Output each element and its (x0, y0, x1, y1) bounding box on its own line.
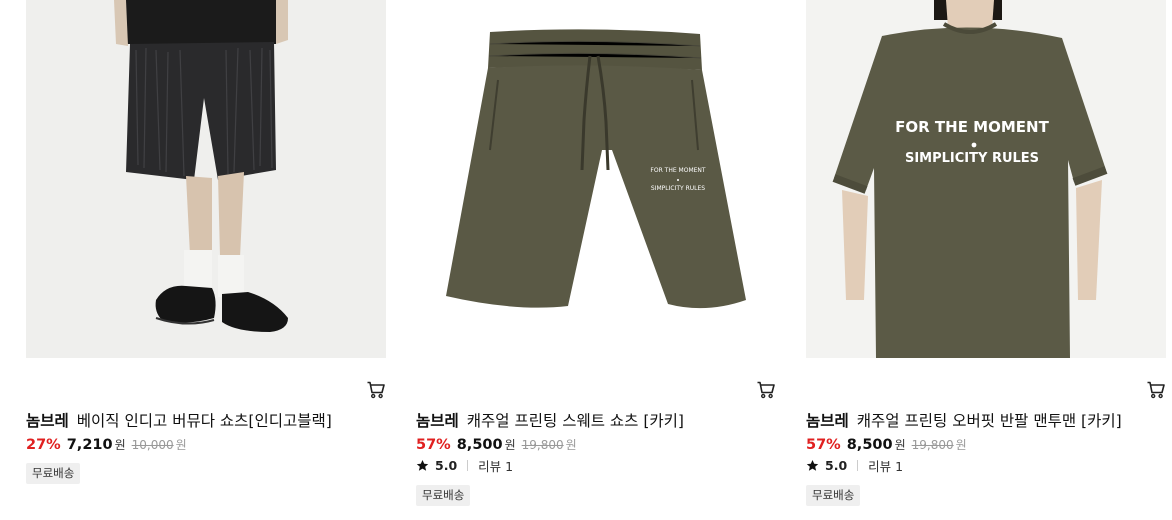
star-icon (806, 459, 825, 472)
sale-price: 7,210 (66, 437, 113, 453)
product-name: 캐주얼 프린팅 스웨트 쇼츠 [카키] (466, 412, 684, 430)
price-unit: 원 (894, 438, 906, 452)
rating-value: 5.0 (825, 457, 848, 473)
discount-rate: 27% (26, 437, 61, 453)
free-shipping-badge: 무료배송 (416, 485, 471, 506)
review-count: 리뷰 1 (868, 458, 904, 474)
free-shipping-badge: 무료배송 (806, 485, 861, 506)
brand-name: 놈브레 (26, 412, 69, 430)
price-row: 27% 7,210 원 10,000 원 (26, 436, 187, 456)
review-row: 5.0 리뷰 1 (806, 456, 903, 474)
product-card[interactable]: FOR THE MOMENT SIMPLICITY RULES 놈브레 캐주얼 프… (806, 0, 1166, 520)
product-card[interactable]: FOR THE MOMENT SIMPLICITY RULES 놈브레 캐주얼 프… (416, 0, 776, 520)
original-price-unit: 원 (175, 438, 187, 452)
price-row: 57% 8,500 원 19,800 원 (416, 436, 577, 456)
review-count: 리뷰 1 (478, 458, 514, 474)
sale-price: 8,500 (846, 437, 893, 453)
print-graphic-line2: SIMPLICITY RULES (905, 151, 1039, 166)
cart-icon (757, 381, 775, 399)
original-price: 19,800 (911, 438, 954, 452)
product-image[interactable]: FOR THE MOMENT SIMPLICITY RULES (806, 0, 1166, 358)
divider (467, 459, 469, 471)
product-image[interactable]: FOR THE MOMENT SIMPLICITY RULES (416, 0, 776, 358)
original-price: 19,800 (521, 438, 564, 452)
product-image[interactable] (26, 0, 386, 358)
product-title[interactable]: 놈브레 베이직 인디고 버뮤다 쇼츠[인디고블랙] (26, 411, 371, 431)
print-graphic-line2: SIMPLICITY RULES (651, 185, 705, 192)
original-price-unit: 원 (955, 438, 967, 452)
rating-value: 5.0 (435, 457, 458, 473)
review-row: 5.0 리뷰 1 (416, 456, 513, 474)
original-price: 10,000 (131, 438, 174, 452)
product-name: 베이직 인디고 버뮤다 쇼츠[인디고블랙] (76, 412, 332, 430)
product-title[interactable]: 놈브레 캐주얼 프린팅 오버핏 반팔 맨투맨 [카키] (806, 411, 1151, 431)
add-to-cart-button[interactable] (756, 380, 776, 400)
product-title[interactable]: 놈브레 캐주얼 프린팅 스웨트 쇼츠 [카키] (416, 411, 761, 431)
print-graphic-line1: FOR THE MOMENT (895, 118, 1049, 136)
discount-rate: 57% (416, 437, 451, 453)
discount-rate: 57% (806, 437, 841, 453)
cart-icon (1147, 381, 1165, 399)
price-unit: 원 (114, 438, 126, 452)
free-shipping-badge: 무료배송 (26, 463, 81, 484)
sale-price: 8,500 (456, 437, 503, 453)
add-to-cart-button[interactable] (366, 380, 386, 400)
print-graphic-line1: FOR THE MOMENT (650, 167, 705, 174)
add-to-cart-button[interactable] (1146, 380, 1166, 400)
price-unit: 원 (504, 438, 516, 452)
product-name: 캐주얼 프린팅 오버핏 반팔 맨투맨 [카키] (856, 412, 1122, 430)
product-card[interactable]: 놈브레 베이직 인디고 버뮤다 쇼츠[인디고블랙] 27% 7,210 원 10,… (26, 0, 386, 520)
divider (857, 459, 859, 471)
brand-name: 놈브레 (806, 412, 849, 430)
brand-name: 놈브레 (416, 412, 459, 430)
original-price-unit: 원 (565, 438, 577, 452)
star-icon (416, 459, 435, 472)
product-grid: 놈브레 베이직 인디고 버뮤다 쇼츠[인디고블랙] 27% 7,210 원 10,… (0, 0, 1172, 520)
cart-icon (367, 381, 385, 399)
price-row: 57% 8,500 원 19,800 원 (806, 436, 967, 456)
